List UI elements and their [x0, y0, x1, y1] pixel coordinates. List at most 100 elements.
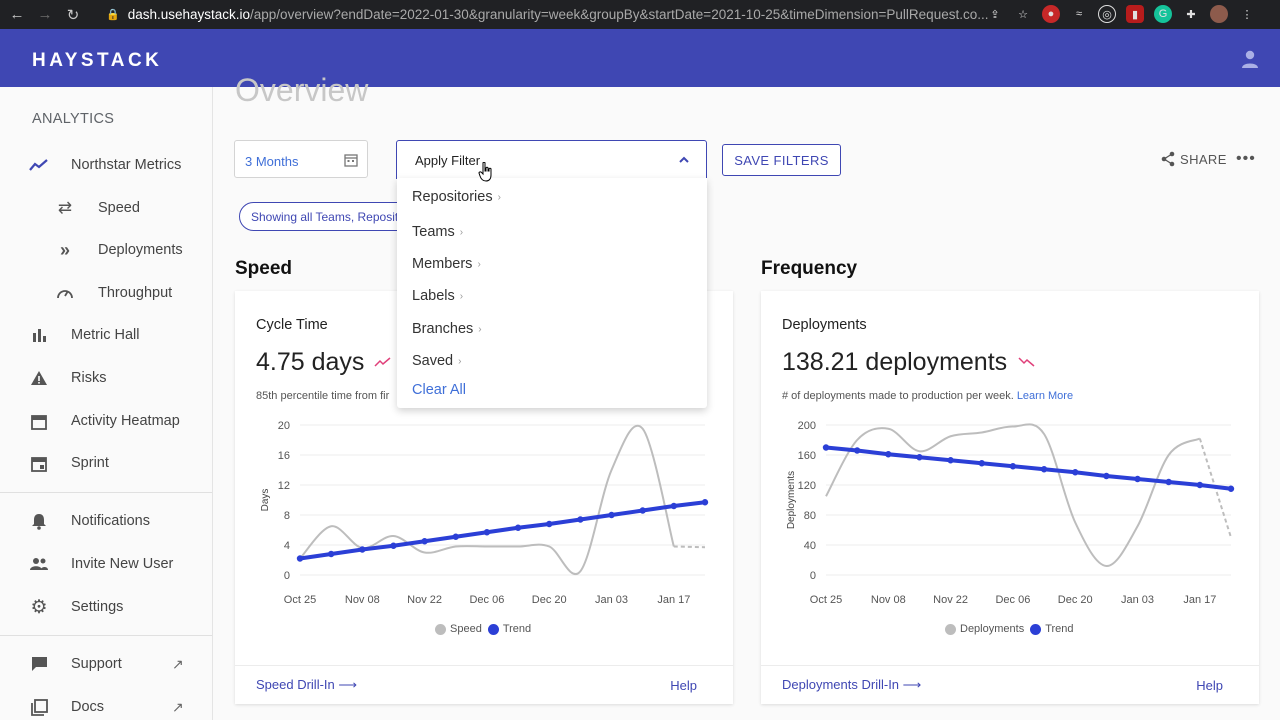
- filter-option-branches[interactable]: Branches ›: [412, 321, 482, 337]
- url-host: dash.usehaystack.io: [127, 7, 251, 22]
- x-tick-label: Dec 20: [1058, 594, 1093, 606]
- trend-point: [1103, 472, 1110, 480]
- sidebar-item-label: Northstar Metrics: [71, 157, 182, 173]
- deployments-drill-in-link[interactable]: Deployments Drill-In ⟶: [782, 677, 921, 693]
- share-button[interactable]: SHARE: [1160, 151, 1227, 167]
- sidebar-item-label: Invite New User: [71, 556, 174, 572]
- y-tick-label: 40: [804, 540, 816, 552]
- profile-avatar[interactable]: [1210, 5, 1228, 23]
- reload-icon[interactable]: ↻: [62, 4, 84, 26]
- share-page-icon[interactable]: ⇪: [986, 5, 1004, 23]
- bookmark-star-icon[interactable]: ☆: [1014, 5, 1032, 23]
- back-icon[interactable]: ←: [6, 4, 28, 26]
- filter-option-repositories[interactable]: Repositories ›: [412, 189, 501, 205]
- filter-dropdown-menu: Repositories › Teams › Members › Labels › Br…: [397, 178, 707, 408]
- filter-option-label: Labels: [412, 288, 455, 304]
- sidebar-item-northstar-metrics[interactable]: Northstar Metrics: [0, 148, 212, 182]
- legend-label-trend[interactable]: Trend: [503, 623, 531, 635]
- section-title-frequency: Frequency: [761, 258, 858, 279]
- card-value: 138.21 deployments: [782, 348, 1008, 376]
- extension-icon[interactable]: ≈: [1070, 5, 1088, 23]
- browser-toolbar: ← → ↻ 🔒 dash.usehaystack.io/app/overview…: [0, 0, 1280, 29]
- menu-icon[interactable]: ⋮: [1238, 5, 1256, 23]
- save-filters-button[interactable]: SAVE FILTERS: [722, 144, 841, 176]
- trend-point: [1009, 463, 1017, 470]
- sidebar-item-deployments[interactable]: » Deployments: [0, 233, 212, 267]
- help-link[interactable]: Help: [670, 678, 697, 693]
- filter-summary-chip[interactable]: Showing all Teams, Reposit: [239, 202, 419, 231]
- share-icon: [1161, 151, 1175, 167]
- y-tick-label: 20: [278, 420, 290, 432]
- filter-option-label: Branches: [412, 321, 474, 337]
- legend-swatch-deployments: [945, 623, 956, 635]
- filter-option-members[interactable]: Members ›: [412, 256, 481, 272]
- speed-drill-in-link[interactable]: Speed Drill-In ⟶: [256, 677, 357, 693]
- y-tick-label: 12: [278, 480, 290, 492]
- calendar-icon: [344, 154, 358, 167]
- extension-icon[interactable]: ●: [1042, 5, 1060, 23]
- sidebar-item-speed[interactable]: ⇄ Speed: [0, 191, 212, 225]
- chat-icon: [29, 654, 49, 674]
- sidebar-item-docs[interactable]: Docs ↗: [0, 690, 212, 720]
- filter-summary-text: Showing all Teams, Reposit: [251, 210, 399, 224]
- sidebar-item-throughput[interactable]: Throughput: [0, 276, 212, 310]
- sidebar-item-support[interactable]: Support ↗: [0, 647, 212, 681]
- date-range-value: 3 Months: [245, 154, 299, 169]
- chart-legend: Deployments Trend: [945, 623, 1074, 635]
- grammarly-icon[interactable]: G: [1154, 5, 1172, 23]
- legend-label-deployments[interactable]: Deployments: [960, 623, 1024, 635]
- x-tick-label: Nov 22: [407, 594, 442, 606]
- sidebar-item-sprint[interactable]: Sprint: [0, 446, 212, 480]
- y-tick-label: 200: [798, 420, 816, 432]
- sidebar: ANALYTICS Northstar Metrics ⇄ Speed » De…: [0, 87, 213, 720]
- legend-label-speed[interactable]: Speed: [450, 623, 482, 635]
- trend-point: [577, 516, 584, 523]
- trend-point: [390, 542, 397, 549]
- x-tick-label: Oct 25: [284, 594, 316, 606]
- forward-icon[interactable]: →: [34, 4, 56, 26]
- y-tick-label: 4: [284, 540, 290, 552]
- people-icon: [29, 554, 49, 574]
- lock-icon: 🔒: [106, 9, 120, 21]
- card-divider: [761, 665, 1259, 666]
- extension-icon[interactable]: ▮: [1126, 5, 1144, 23]
- date-range-picker[interactable]: 3 Months: [234, 140, 368, 178]
- clear-all-link[interactable]: Clear All: [412, 382, 466, 398]
- trend-point: [1165, 478, 1172, 486]
- x-tick-label: Jan 03: [1121, 594, 1154, 606]
- trend-point: [514, 524, 522, 531]
- sidebar-item-label: Activity Heatmap: [71, 413, 180, 429]
- filter-option-teams[interactable]: Teams ›: [412, 224, 463, 240]
- sidebar-item-activity-heatmap[interactable]: Activity Heatmap: [0, 404, 212, 438]
- chevron-up-icon: [679, 156, 689, 163]
- trend-point: [608, 511, 615, 519]
- address-bar[interactable]: 🔒 dash.usehaystack.io/app/overview?endDa…: [98, 3, 1044, 26]
- x-tick-label: Jan 17: [1183, 594, 1216, 606]
- extension-icon[interactable]: ◎: [1098, 5, 1116, 23]
- sidebar-item-invite-new-user[interactable]: Invite New User: [0, 547, 212, 581]
- page-title: Overview: [235, 72, 369, 108]
- puzzle-icon[interactable]: ✚: [1182, 5, 1200, 23]
- x-tick-label: Nov 22: [933, 594, 968, 606]
- learn-more-link[interactable]: Learn More: [1017, 390, 1073, 402]
- apply-filter-select[interactable]: Apply Filter: [396, 140, 707, 179]
- chevron-right-icon: ›: [459, 226, 464, 238]
- card-title: Cycle Time: [256, 317, 328, 333]
- user-icon[interactable]: [1240, 49, 1260, 69]
- sidebar-item-label: Notifications: [71, 513, 150, 529]
- sidebar-item-risks[interactable]: Risks: [0, 361, 212, 395]
- logo[interactable]: HAYSTACK: [32, 50, 162, 72]
- sidebar-item-notifications[interactable]: Notifications: [0, 504, 212, 538]
- filter-option-labels[interactable]: Labels ›: [412, 288, 463, 304]
- filter-option-saved[interactable]: Saved ›: [412, 353, 461, 369]
- series-line-dashed: [673, 545, 706, 549]
- legend-label-trend[interactable]: Trend: [1045, 623, 1073, 635]
- sidebar-item-metric-hall[interactable]: Metric Hall: [0, 318, 212, 352]
- card-divider: [235, 665, 733, 666]
- card-value: 4.75 days: [256, 348, 365, 376]
- y-tick-label: 120: [798, 480, 816, 492]
- more-options-icon[interactable]: •••: [1236, 150, 1256, 168]
- sidebar-item-settings[interactable]: ⚙ Settings: [0, 590, 212, 624]
- help-link[interactable]: Help: [1196, 678, 1223, 693]
- x-tick-label: Dec 06: [995, 594, 1030, 606]
